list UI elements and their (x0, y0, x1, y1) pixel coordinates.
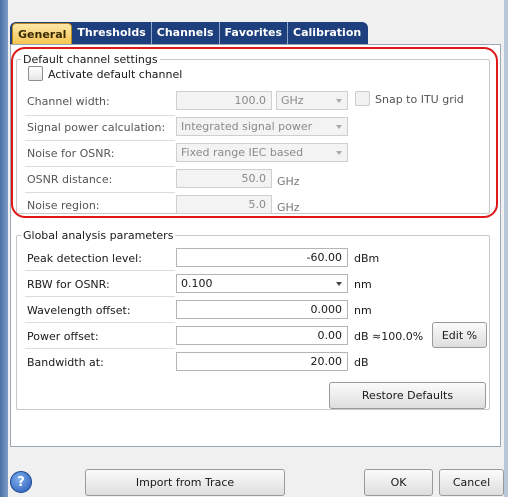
bandwidth-at-label: Bandwidth at: (27, 356, 104, 369)
signal-power-label: Signal power calculation: (27, 121, 166, 134)
cancel-button[interactable]: Cancel (439, 469, 504, 496)
tab-favorites[interactable]: Favorites (220, 22, 289, 44)
peak-detection-label: Peak detection level: (27, 252, 142, 265)
import-from-trace-button[interactable]: Import from Trace (85, 469, 285, 496)
tab-thresholds[interactable]: Thresholds (72, 22, 152, 44)
row-separator (25, 296, 175, 297)
channel-width-field[interactable]: 100.0 (176, 91, 272, 110)
osnr-distance-field[interactable]: 50.0 (176, 169, 272, 188)
signal-power-select[interactable]: Integrated signal power (176, 117, 348, 136)
wavelength-offset-field[interactable]: 0.000 (176, 300, 348, 319)
wavelength-offset-label: Wavelength offset: (27, 304, 131, 317)
power-offset-label: Power offset: (27, 330, 99, 343)
tab-general[interactable]: General (12, 23, 73, 44)
row-separator (25, 166, 175, 167)
row-separator (25, 270, 175, 271)
tab-calibration[interactable]: Calibration (288, 22, 366, 44)
tab-channels[interactable]: Channels (152, 22, 220, 44)
restore-defaults-button[interactable]: Restore Defaults (329, 382, 486, 409)
rbw-osnr-select[interactable]: 0.100 (176, 274, 348, 293)
dropdown-arrow-icon (336, 125, 342, 129)
ok-button[interactable]: OK (364, 469, 433, 496)
channel-width-unit-select[interactable]: GHz (276, 91, 348, 110)
noise-osnr-value: Fixed range IEC based (181, 146, 304, 159)
help-icon[interactable]: ? (10, 471, 32, 493)
signal-power-value: Integrated signal power (181, 120, 313, 133)
noise-region-unit: GHz (277, 201, 300, 214)
bandwidth-at-field[interactable]: 20.00 (176, 352, 348, 371)
row-separator (25, 192, 175, 193)
peak-detection-field[interactable]: -60.00 (176, 248, 348, 267)
row-separator (25, 348, 175, 349)
window-left-edge (0, 0, 8, 497)
activate-default-channel-checkbox[interactable] (28, 66, 43, 81)
noise-region-label: Noise region: (27, 199, 100, 212)
global-analysis-group-title: Global analysis parameters (21, 229, 176, 242)
row-separator (25, 115, 175, 116)
rbw-osnr-value: 0.100 (181, 277, 213, 290)
dropdown-arrow-icon (336, 99, 342, 103)
power-offset-unit: dB ≈100.0% (354, 330, 424, 343)
osnr-distance-unit: GHz (277, 175, 300, 188)
dropdown-arrow-icon (336, 151, 342, 155)
edit-percent-button[interactable]: Edit % (432, 322, 487, 348)
activate-default-channel-label: Activate default channel (48, 68, 183, 81)
noise-region-field[interactable]: 5.0 (176, 195, 272, 214)
snap-itu-grid-label: Snap to ITU grid (375, 93, 464, 106)
channel-width-label: Channel width: (27, 95, 110, 108)
noise-osnr-select[interactable]: Fixed range IEC based (176, 143, 348, 162)
window-right-edge (504, 0, 508, 497)
row-separator (25, 140, 175, 141)
bandwidth-at-unit: dB (354, 356, 369, 369)
peak-detection-unit: dBm (354, 252, 380, 265)
osnr-distance-label: OSNR distance: (27, 173, 113, 186)
row-separator (25, 322, 175, 323)
snap-itu-grid-checkbox[interactable] (355, 91, 370, 106)
rbw-osnr-label: RBW for OSNR: (27, 278, 110, 291)
wavelength-offset-unit: nm (354, 304, 372, 317)
tab-bar: General Thresholds Channels Favorites Ca… (10, 22, 369, 44)
power-offset-field[interactable]: 0.00 (176, 326, 348, 345)
dropdown-arrow-icon (336, 282, 342, 286)
channel-width-unit-value: GHz (281, 94, 304, 107)
rbw-osnr-unit: nm (354, 278, 372, 291)
noise-osnr-label: Noise for OSNR: (27, 147, 115, 160)
tab-panel-general: Default channel settings Activate defaul… (10, 44, 501, 447)
